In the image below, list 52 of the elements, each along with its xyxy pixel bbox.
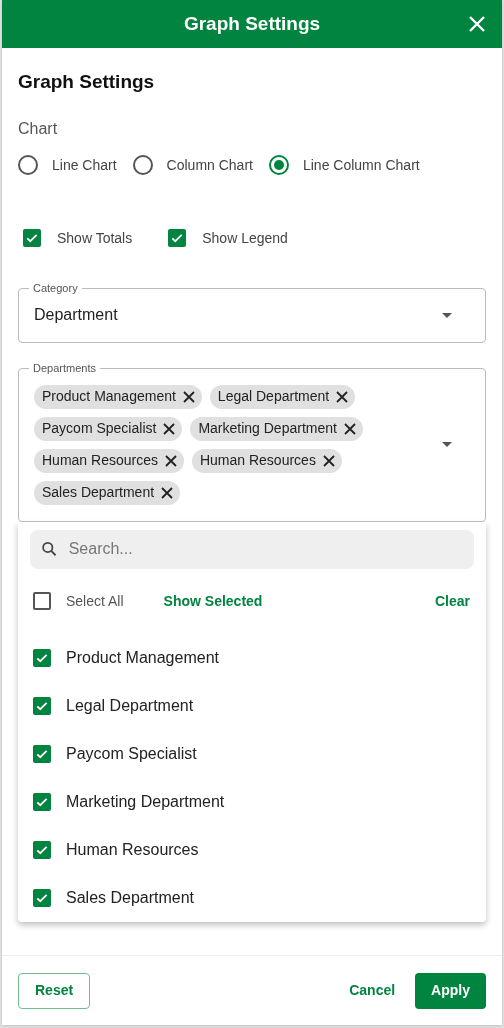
window-title: Graph Settings <box>183 11 321 36</box>
remove-icon[interactable] <box>335 389 350 404</box>
cancel-button[interactable]: Cancel <box>335 972 410 1009</box>
radio-label: Line Chart <box>52 155 117 175</box>
radio-button[interactable] <box>18 155 38 175</box>
checkbox[interactable] <box>23 229 41 247</box>
radio-label: Line Column Chart <box>302 155 420 175</box>
heading: Graph Settings <box>18 70 156 94</box>
checkbox-label: Show Legend <box>202 228 288 248</box>
list-option[interactable]: Product Management <box>30 633 474 682</box>
chip: Product Management <box>34 384 202 409</box>
radio-label: Column Chart <box>166 155 253 175</box>
select-all-label: Select All <box>66 591 124 611</box>
checkbox[interactable] <box>33 696 51 715</box>
list-option[interactable]: Sales Department <box>30 873 474 922</box>
reset-button[interactable]: Reset <box>18 972 91 1009</box>
checkbox[interactable] <box>33 744 51 763</box>
checkbox[interactable] <box>33 792 51 811</box>
chip: Paycom Specialist <box>34 416 183 441</box>
radio-button[interactable] <box>132 155 153 175</box>
remove-icon[interactable] <box>181 389 196 404</box>
remove-icon[interactable] <box>321 453 336 468</box>
list-option[interactable]: Paycom Specialist <box>30 729 474 778</box>
remove-icon[interactable] <box>342 421 357 436</box>
list-option[interactable]: Human Resources <box>30 825 474 874</box>
chip: Marketing Department <box>190 416 363 441</box>
caret-icon <box>442 312 452 318</box>
chip: Human Resources <box>191 448 342 473</box>
checkbox[interactable] <box>33 840 51 859</box>
chip: Legal Department <box>209 384 356 409</box>
chart-label: Chart <box>18 118 59 139</box>
select-value: Department <box>34 305 118 325</box>
search-field[interactable]: Search... <box>30 529 474 569</box>
remove-icon[interactable] <box>162 421 177 436</box>
checkbox[interactable] <box>33 592 51 610</box>
apply-button[interactable]: Apply <box>415 972 486 1009</box>
clear-link[interactable]: Clear <box>434 590 470 612</box>
remove-icon[interactable] <box>163 453 178 468</box>
checkbox[interactable] <box>168 229 187 247</box>
caret-icon <box>442 442 452 447</box>
show-selected-link[interactable]: Show Selected <box>163 590 263 612</box>
radio-button[interactable] <box>268 155 289 175</box>
chip: Sales Department <box>34 480 181 505</box>
checkbox[interactable] <box>33 648 51 667</box>
search-input[interactable]: Search... <box>68 537 464 561</box>
chip: Human Resources <box>34 448 184 473</box>
remove-icon[interactable] <box>160 485 175 500</box>
search-icon <box>40 539 59 559</box>
list-option[interactable]: Marketing Department <box>30 777 474 826</box>
checkbox-label: Show Totals <box>57 228 133 248</box>
list-option[interactable]: Legal Department <box>30 681 474 730</box>
checkbox[interactable] <box>33 888 51 907</box>
